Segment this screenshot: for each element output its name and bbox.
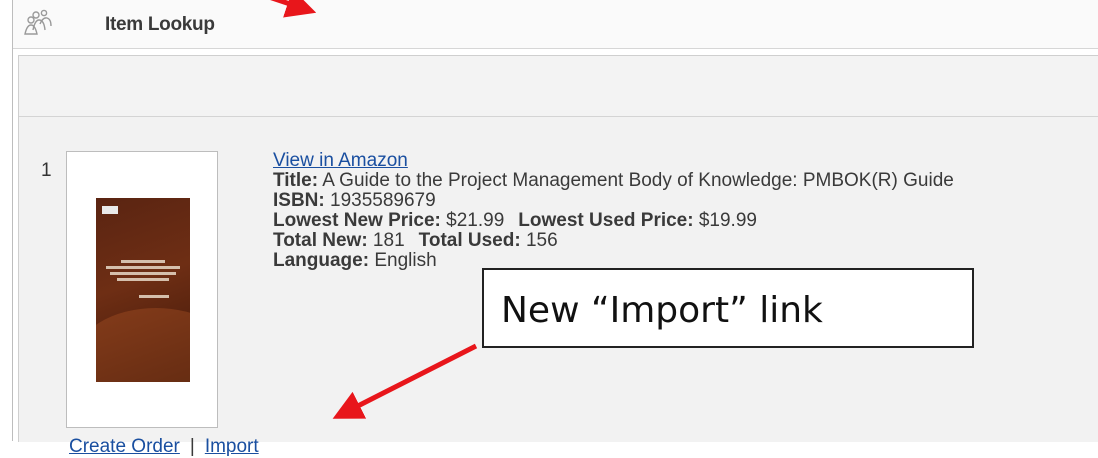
people-group-icon	[24, 9, 52, 35]
book-thumbnail[interactable]	[66, 151, 218, 428]
action-separator: |	[189, 436, 195, 457]
item-lookup-window: Item Lookup 1 View in Amazon Title: A Gu…	[12, 0, 1098, 457]
page-title: Item Lookup	[105, 14, 215, 35]
publisher-logo	[102, 206, 118, 214]
book-cover-image	[96, 198, 190, 382]
result-index: 1	[41, 160, 52, 181]
view-in-amazon-link[interactable]: View in Amazon	[273, 150, 408, 171]
price-row: Lowest New Price: $21.99 Lowest Used Pric…	[273, 210, 757, 231]
result-actions: Create Order | Import	[69, 436, 259, 458]
isbn-row: ISBN: 1935589679	[273, 190, 436, 211]
book-details: View in Amazon Title: A Guide to the Pro…	[273, 151, 954, 271]
create-order-link[interactable]: Create Order	[69, 436, 180, 457]
title-bar: Item Lookup	[13, 0, 1098, 49]
cover-title-graphic	[106, 260, 180, 301]
annotation-callout: New “Import” link	[482, 268, 974, 348]
lookup-results-panel: 1 View in Amazon Title: A Guide to the P…	[18, 55, 1098, 457]
callout-text: New “Import” link	[501, 290, 823, 331]
totals-row: Total New: 181 Total Used: 156	[273, 230, 558, 251]
results-header-strip	[19, 56, 1098, 117]
title-row: Title: A Guide to the Project Management…	[273, 170, 954, 191]
import-link[interactable]: Import	[205, 436, 259, 457]
